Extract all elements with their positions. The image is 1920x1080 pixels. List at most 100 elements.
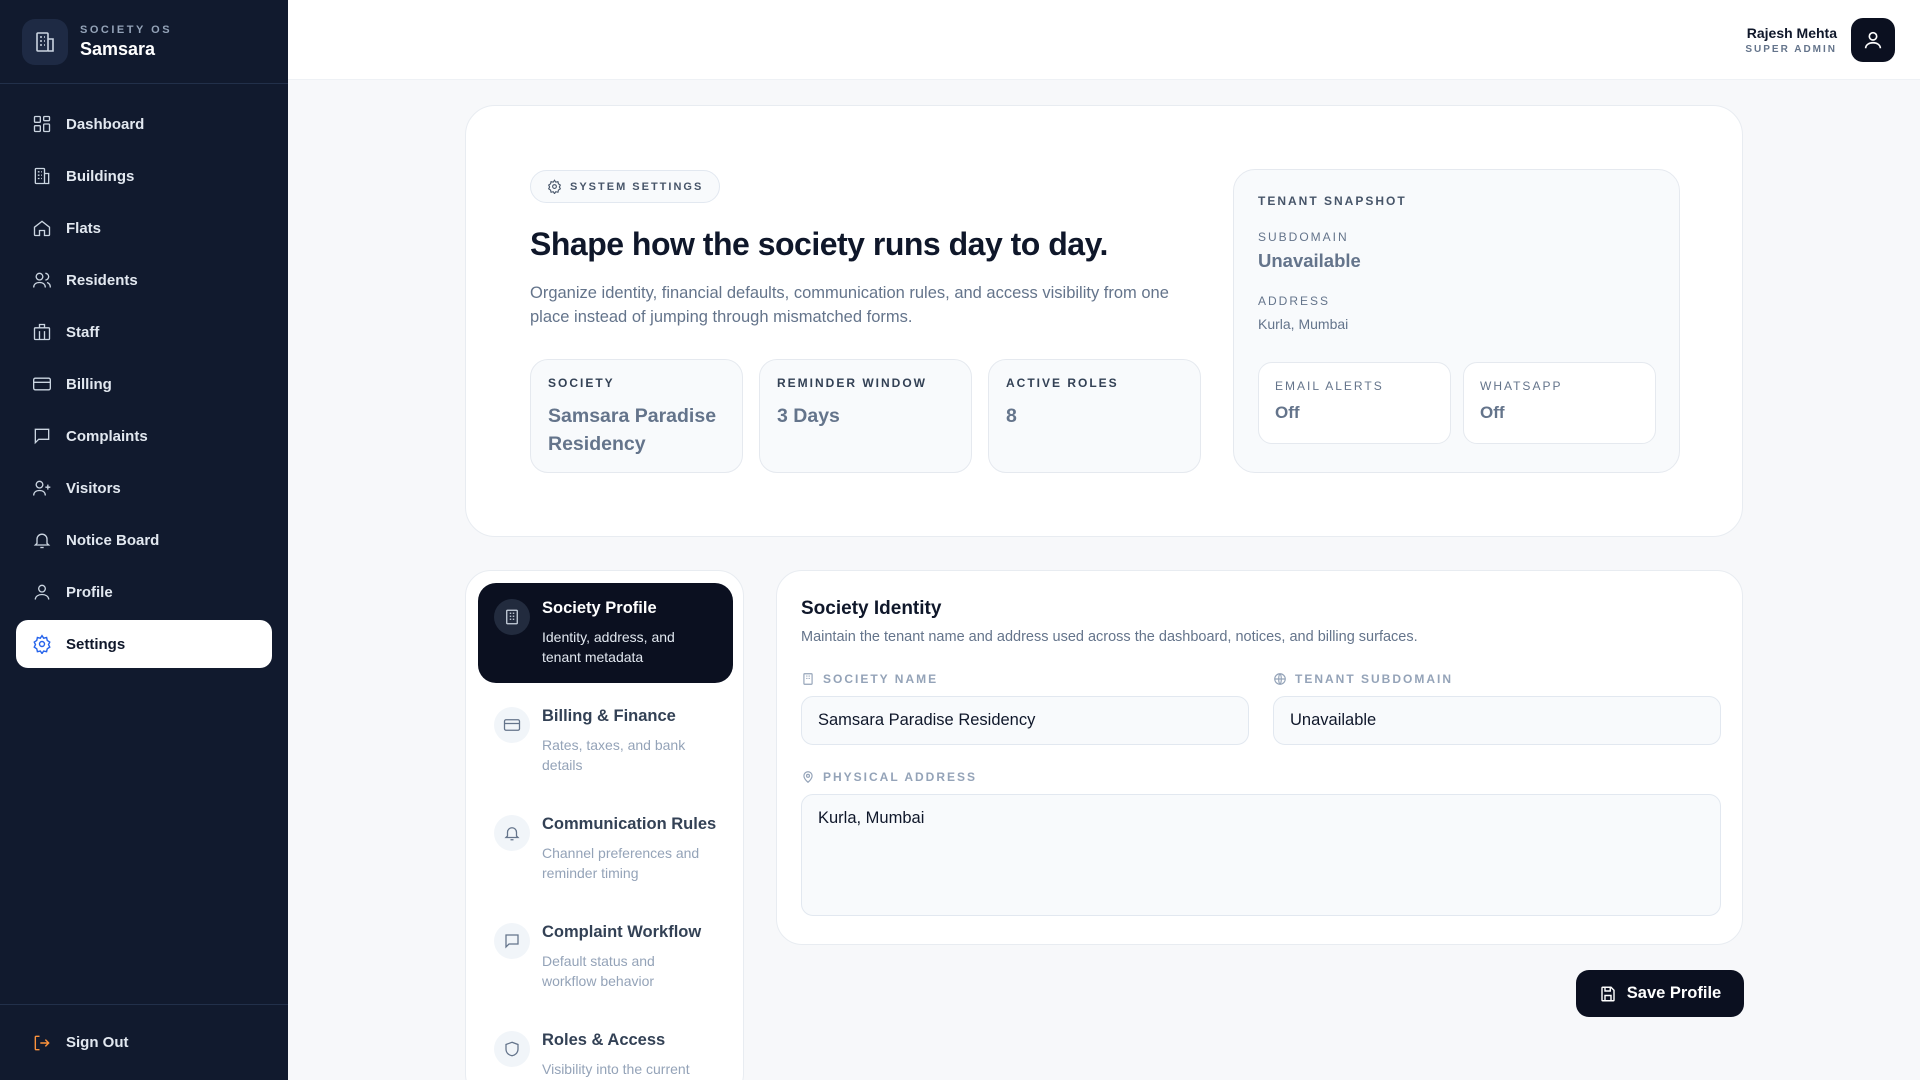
sidebar-item-label: Buildings bbox=[66, 167, 135, 185]
save-icon bbox=[1601, 986, 1615, 1001]
settings-tab-subtitle: Default status and workflow behavior bbox=[542, 953, 655, 989]
whatsapp-card: WHATSAPP Off bbox=[1463, 362, 1656, 444]
user-icon bbox=[34, 584, 50, 600]
sidebar-item-visitors[interactable]: Visitors bbox=[16, 464, 272, 512]
tenant-subdomain-input[interactable]: Unavailable bbox=[1273, 696, 1721, 745]
email-alerts-card: EMAIL ALERTS Off bbox=[1258, 362, 1451, 444]
form-subtitle: Maintain the tenant name and address use… bbox=[801, 629, 1418, 645]
settings-tab-title: Communication Rules bbox=[542, 815, 717, 833]
sidebar-item-staff[interactable]: Staff bbox=[16, 308, 272, 356]
stat-card-reminder-window: REMINDER WINDOW 3 Days bbox=[759, 359, 972, 473]
settings-tab-subtitle: Rates, taxes, and bank details bbox=[542, 737, 686, 773]
sidebar-item-residents[interactable]: Residents bbox=[16, 256, 272, 304]
settings-tab-title: Roles & Access bbox=[542, 1031, 666, 1049]
sidebar-item-profile[interactable]: Profile bbox=[16, 568, 272, 616]
settings-tab-subtitle: Channel preferences and reminder timing bbox=[542, 845, 700, 881]
stat-card-society: SOCIETY Samsara Paradise Residency bbox=[530, 359, 743, 473]
stat-label: REMINDER WINDOW bbox=[777, 376, 927, 390]
user-name: Rajesh Mehta bbox=[1746, 25, 1837, 41]
user-role: SUPER ADMIN bbox=[1745, 44, 1837, 55]
chat-icon bbox=[494, 923, 530, 959]
sidebar-item-settings[interactable]: Settings bbox=[16, 620, 272, 668]
address-label: ADDRESS bbox=[1258, 294, 1331, 308]
users-icon bbox=[33, 272, 51, 288]
sidebar-item-label: Billing bbox=[66, 375, 112, 393]
system-settings-pill: SYSTEM SETTINGS bbox=[530, 170, 721, 203]
stat-value: 3 Days bbox=[777, 405, 840, 427]
user-menu[interactable]: Rajesh Mehta SUPER ADMIN bbox=[1745, 18, 1895, 62]
email-alerts-value: Off bbox=[1275, 403, 1300, 422]
shield-icon bbox=[494, 1031, 530, 1067]
tenant-subdomain-label: TENANT SUBDOMAIN bbox=[1273, 672, 1453, 686]
sidebar-item-flats[interactable]: Flats bbox=[16, 204, 272, 252]
logout-icon bbox=[34, 1035, 50, 1050]
sidebar-item-label: Complaints bbox=[66, 427, 148, 445]
credit-card-icon bbox=[33, 377, 51, 391]
sign-out-label: Sign Out bbox=[66, 1034, 129, 1051]
gear-icon bbox=[547, 179, 562, 194]
stat-card-active-roles: ACTIVE ROLES 8 bbox=[988, 359, 1201, 473]
user-plus-icon bbox=[33, 480, 51, 496]
subdomain-label: SUBDOMAIN bbox=[1258, 230, 1349, 244]
credit-card-icon bbox=[494, 707, 530, 743]
sidebar-item-dashboard[interactable]: Dashboard bbox=[16, 100, 272, 148]
stat-value: 8 bbox=[1006, 405, 1017, 427]
sidebar: SOCIETY OS Samsara Dashboard Buildings F… bbox=[0, 0, 288, 1080]
settings-tab-title: Society Profile bbox=[542, 599, 657, 617]
sidebar-item-complaints[interactable]: Complaints bbox=[16, 412, 272, 460]
page-description: Organize identity, financial defaults, c… bbox=[530, 284, 1169, 326]
building-icon bbox=[494, 599, 530, 635]
building-icon bbox=[803, 673, 813, 685]
society-name-label: SOCIETY NAME bbox=[801, 672, 938, 686]
sidebar-item-label: Notice Board bbox=[66, 531, 160, 549]
sidebar-item-buildings[interactable]: Buildings bbox=[16, 152, 272, 200]
tenant-snapshot: TENANT SNAPSHOT SUBDOMAIN Unavailable AD… bbox=[1233, 169, 1680, 473]
settings-tab-title: Complaint Workflow bbox=[542, 923, 702, 941]
bell-icon bbox=[33, 533, 51, 549]
settings-tab-subtitle: Identity, address, and tenant metadata bbox=[542, 629, 675, 665]
sidebar-item-label: Residents bbox=[66, 271, 138, 289]
stat-label: SOCIETY bbox=[548, 376, 615, 390]
sidebar-nav: Dashboard Buildings Flats Residents Staf… bbox=[0, 84, 288, 668]
home-icon bbox=[33, 220, 51, 237]
sidebar-item-billing[interactable]: Billing bbox=[16, 360, 272, 408]
settings-tab-society-profile[interactable]: Society Profile Identity, address, and t… bbox=[478, 583, 733, 683]
whatsapp-label: WHATSAPP bbox=[1480, 379, 1563, 393]
map-pin-icon bbox=[803, 771, 813, 784]
physical-address-textarea[interactable]: Kurla, Mumbai bbox=[801, 794, 1721, 916]
brand-eyebrow: SOCIETY OS bbox=[80, 23, 173, 36]
email-alerts-label: EMAIL ALERTS bbox=[1275, 379, 1384, 393]
building-icon bbox=[22, 18, 68, 65]
settings-tab-billing-finance[interactable]: Billing & Finance Rates, taxes, and bank… bbox=[478, 691, 733, 791]
brand: SOCIETY OS Samsara bbox=[0, 0, 288, 84]
stat-label: ACTIVE ROLES bbox=[1006, 376, 1119, 390]
subdomain-value: Unavailable bbox=[1258, 250, 1361, 271]
staff-icon bbox=[33, 323, 51, 341]
save-profile-label: Save Profile bbox=[1626, 984, 1722, 1002]
settings-tab-roles-access[interactable]: Roles & Access Visibility into the curre… bbox=[478, 1015, 733, 1080]
save-profile-button[interactable]: Save Profile bbox=[1576, 970, 1744, 1017]
society-name-input[interactable]: Samsara Paradise Residency bbox=[801, 696, 1249, 745]
user-icon bbox=[1864, 31, 1882, 49]
avatar[interactable] bbox=[1851, 18, 1895, 62]
settings-section-nav: Society Profile Identity, address, and t… bbox=[465, 570, 744, 1080]
sidebar-item-notice-board[interactable]: Notice Board bbox=[16, 516, 272, 564]
form-title: Society Identity bbox=[801, 598, 942, 619]
snapshot-title: TENANT SNAPSHOT bbox=[1258, 194, 1407, 208]
sidebar-item-label: Flats bbox=[66, 219, 102, 237]
physical-address-label: PHYSICAL ADDRESS bbox=[801, 770, 977, 784]
settings-tab-title: Billing & Finance bbox=[542, 707, 676, 725]
stat-value: Samsara Paradise Residency bbox=[548, 405, 717, 455]
settings-tab-complaint-workflow[interactable]: Complaint Workflow Default status and wo… bbox=[478, 907, 733, 1007]
sidebar-item-label: Dashboard bbox=[66, 115, 145, 133]
settings-tab-communication-rules[interactable]: Communication Rules Channel preferences … bbox=[478, 799, 733, 899]
globe-icon bbox=[1274, 673, 1286, 685]
whatsapp-value: Off bbox=[1480, 403, 1505, 422]
society-identity-form: Society Identity Maintain the tenant nam… bbox=[776, 570, 1743, 945]
sign-out-button[interactable]: Sign Out bbox=[0, 1004, 288, 1080]
dashboard-icon bbox=[33, 115, 51, 133]
sidebar-item-label: Settings bbox=[66, 635, 126, 653]
bell-icon bbox=[494, 815, 530, 851]
topbar: Rajesh Mehta SUPER ADMIN bbox=[288, 0, 1920, 80]
sidebar-item-label: Staff bbox=[66, 323, 100, 341]
